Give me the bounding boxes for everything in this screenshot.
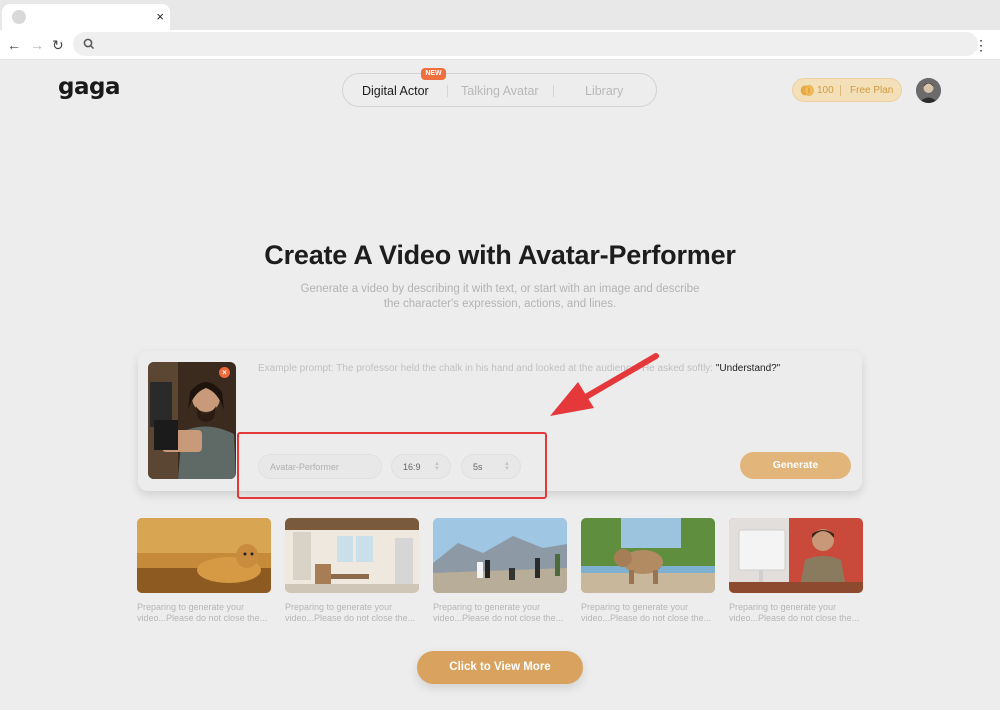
- monkey-image: [581, 518, 715, 593]
- kitchen-image: [285, 518, 419, 593]
- new-badge: NEW: [421, 68, 446, 80]
- plan-label: Free Plan: [850, 85, 894, 96]
- prompt-quote: "Understand?": [715, 363, 781, 374]
- gallery-caption: Preparing to generate your video...Pleas…: [729, 602, 860, 623]
- annotation-highlight-box: [237, 432, 547, 499]
- nav-divider: [447, 85, 448, 97]
- gallery-caption: Preparing to generate your video...Pleas…: [285, 602, 416, 623]
- coins-icon: [800, 85, 814, 96]
- search-icon: [83, 38, 95, 50]
- user-avatar[interactable]: [916, 78, 941, 103]
- tab-digital-actor[interactable]: Digital Actor: [362, 83, 429, 99]
- gallery-item[interactable]: Preparing to generate your video...Pleas…: [729, 518, 863, 623]
- forward-icon[interactable]: →: [30, 35, 44, 55]
- annotation-arrow-icon: [550, 353, 659, 416]
- gallery-item[interactable]: Preparing to generate your video...Pleas…: [433, 518, 567, 623]
- gallery-item[interactable]: Preparing to generate your video...Pleas…: [137, 518, 271, 623]
- browser-tab[interactable]: ×: [2, 4, 170, 30]
- tab-library[interactable]: Library: [585, 83, 623, 99]
- credits-count: 100: [817, 85, 834, 96]
- main-nav: Digital Actor Talking Avatar Library: [342, 73, 657, 107]
- gallery-item[interactable]: Preparing to generate your video...Pleas…: [285, 518, 419, 623]
- page-title: Create A Video with Avatar-Performer: [264, 240, 736, 270]
- browser-toolbar: ← → ↻ ⋮: [0, 30, 1000, 60]
- gallery-caption: Preparing to generate your video...Pleas…: [433, 602, 564, 623]
- reload-icon[interactable]: ↻: [52, 35, 64, 55]
- favicon-icon: [12, 10, 26, 24]
- remove-image-icon[interactable]: ×: [219, 367, 230, 378]
- browser-tabstrip: ×: [0, 0, 1000, 30]
- gaga-logo[interactable]: gaga: [58, 74, 120, 100]
- back-icon[interactable]: ←: [7, 35, 21, 55]
- tab-talking-avatar[interactable]: Talking Avatar: [461, 83, 539, 99]
- view-more-button[interactable]: Click to View More: [417, 651, 583, 684]
- generate-button[interactable]: Generate: [740, 452, 851, 479]
- page-subtitle: Generate a video by describing it with t…: [300, 283, 700, 310]
- credits-badge[interactable]: 100 Free Plan: [792, 78, 902, 102]
- mountain-wedding-image: [433, 518, 567, 593]
- man-at-desk-image: [729, 518, 863, 593]
- nav-divider: [553, 85, 554, 97]
- gallery-caption: Preparing to generate your video...Pleas…: [137, 602, 268, 623]
- tab-close-icon[interactable]: ×: [156, 8, 164, 26]
- uploaded-image[interactable]: [148, 362, 236, 479]
- credits-divider: [840, 85, 841, 96]
- gallery-item[interactable]: Preparing to generate your video...Pleas…: [581, 518, 715, 623]
- browser-menu-icon[interactable]: ⋮: [974, 35, 988, 55]
- address-bar[interactable]: [73, 32, 978, 56]
- gallery-caption: Preparing to generate your video...Pleas…: [581, 602, 712, 623]
- cheetah-image: [137, 518, 271, 593]
